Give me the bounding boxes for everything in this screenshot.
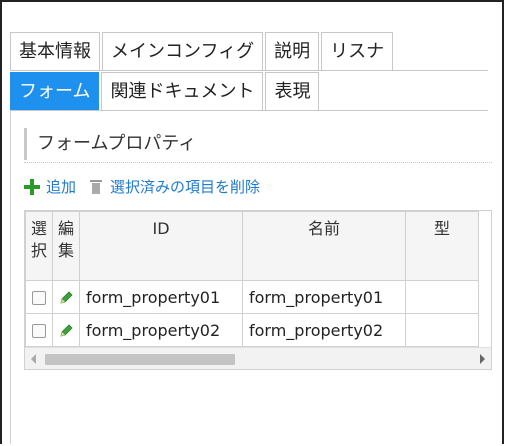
edit-cell bbox=[52, 280, 80, 314]
plus-icon bbox=[24, 178, 40, 195]
scroll-right-icon[interactable] bbox=[480, 354, 485, 364]
pencil-icon[interactable] bbox=[58, 323, 74, 339]
panel-border bbox=[10, 110, 11, 444]
add-button[interactable]: 追加 bbox=[24, 176, 76, 197]
select-cell bbox=[25, 313, 53, 347]
delete-selected-button[interactable]: 選択済みの項目を削除 bbox=[90, 176, 260, 197]
select-cell bbox=[25, 280, 53, 314]
section-title: フォームプロパティ bbox=[24, 128, 196, 160]
scroll-left-icon[interactable] bbox=[31, 354, 36, 364]
table-header-row: 選 択 編 集 ID 名前 型 bbox=[25, 211, 479, 281]
tab-related-documents[interactable]: 関連ドキュメント bbox=[101, 72, 264, 110]
row-checkbox[interactable] bbox=[32, 324, 46, 338]
section-divider bbox=[24, 162, 492, 163]
id-cell: form_property01 bbox=[79, 280, 243, 314]
grid-toolbar: 追加 選択済みの項目を削除 bbox=[24, 176, 274, 197]
column-header-select[interactable]: 選 択 bbox=[25, 211, 53, 281]
tab-listener[interactable]: リスナ bbox=[321, 32, 394, 70]
horizontal-scrollbar[interactable] bbox=[25, 347, 491, 369]
name-cell: form_property02 bbox=[242, 313, 406, 347]
table-row: form_property02 form_property02 bbox=[25, 313, 479, 347]
pencil-icon[interactable] bbox=[58, 290, 74, 306]
name-cell: form_property01 bbox=[242, 280, 406, 314]
tab-form[interactable]: フォーム bbox=[10, 72, 100, 110]
tab-bar-row-1: 基本情報 メインコンフィグ 説明 リスナ bbox=[10, 32, 395, 70]
tab-divider bbox=[10, 110, 488, 111]
column-header-name[interactable]: 名前 bbox=[242, 211, 406, 281]
tab-basic-info[interactable]: 基本情報 bbox=[10, 32, 100, 70]
form-property-table: 選 択 編 集 ID 名前 型 form_property01 form_pro… bbox=[25, 211, 479, 347]
delete-selected-label: 選択済みの項目を削除 bbox=[110, 178, 261, 196]
row-checkbox[interactable] bbox=[32, 291, 46, 305]
tab-bar-row-2: フォーム 関連ドキュメント 表現 bbox=[10, 72, 321, 110]
type-cell bbox=[405, 280, 479, 314]
scrollbar-thumb[interactable] bbox=[45, 354, 235, 365]
table-row: form_property01 form_property01 bbox=[25, 280, 479, 314]
id-cell: form_property02 bbox=[79, 313, 243, 347]
column-header-edit[interactable]: 編 集 bbox=[52, 211, 80, 281]
form-property-grid: 選 択 編 集 ID 名前 型 form_property01 form_pro… bbox=[24, 210, 492, 370]
tab-representation[interactable]: 表現 bbox=[265, 72, 320, 110]
column-header-type[interactable]: 型 bbox=[405, 211, 479, 281]
edit-cell bbox=[52, 313, 80, 347]
tab-divider bbox=[10, 70, 488, 71]
type-cell bbox=[405, 313, 479, 347]
column-header-id[interactable]: ID bbox=[79, 211, 243, 281]
tab-description[interactable]: 説明 bbox=[265, 32, 320, 70]
add-button-label: 追加 bbox=[46, 178, 77, 196]
trash-icon bbox=[90, 179, 103, 194]
tab-main-config[interactable]: メインコンフィグ bbox=[102, 32, 264, 70]
